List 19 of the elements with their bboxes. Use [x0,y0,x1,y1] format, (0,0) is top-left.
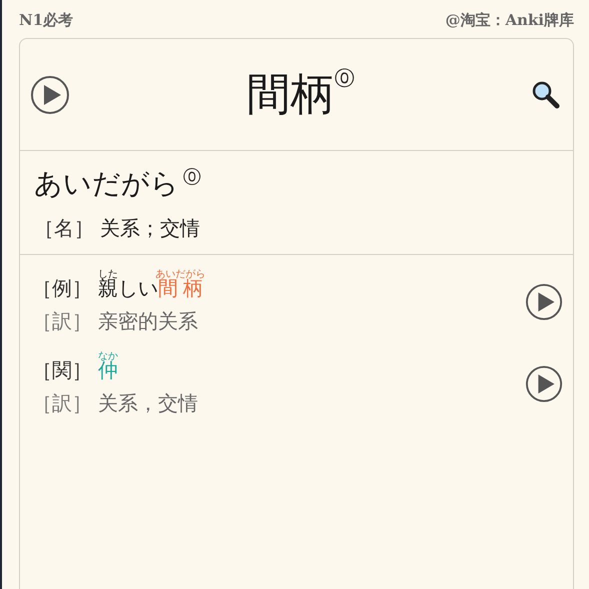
entry-tag: ［関］ [32,357,92,384]
entry-tag: ［例］ [32,275,92,302]
part-of-speech-tag: ［名］ [34,215,94,242]
translation-tag: ［訳］ [32,390,92,417]
word-title: 間柄 [246,68,334,122]
play-button[interactable] [525,365,563,403]
definition-text: 关系；交情 [100,215,200,242]
accent-mark: ⓪ [334,65,354,92]
reading-text: あいだがら [34,166,179,202]
example-sentence: 仲 なか [98,351,118,384]
translation-text: 亲密的关系 [98,308,198,335]
play-button[interactable] [525,283,563,321]
translation-text: 关系，交情 [98,390,198,417]
accent-mark: ⓪ [183,166,201,189]
source-label: @淘宝：Anki牌库 [445,10,574,30]
search-button[interactable] [531,80,561,110]
deck-label: N1必考 [19,10,74,30]
translation-tag: ［訳］ [32,308,92,335]
play-button[interactable] [30,74,70,114]
